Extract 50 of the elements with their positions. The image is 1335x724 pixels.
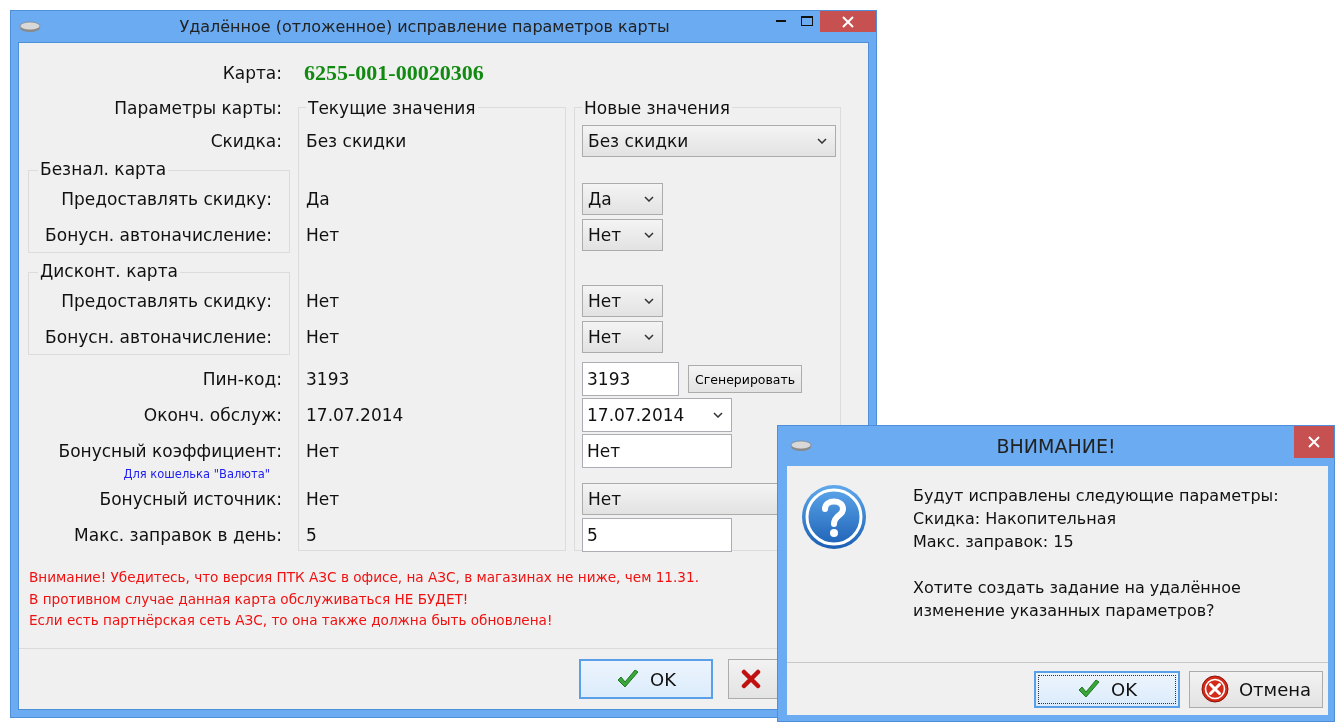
current-value: Нет xyxy=(306,441,340,461)
ok-button[interactable]: OK xyxy=(579,659,713,699)
message-text: Скидка: Накопительная xyxy=(913,508,1118,530)
field-label: Бонусн. автоначисление: xyxy=(45,225,273,245)
dropdown[interactable]: Нет xyxy=(582,321,663,353)
warning-text: Внимание! Убедитесь, что версия ПТК АЗС в офисе, на АЗС, в магазинах не ниже, чем 11.31. xyxy=(29,568,700,587)
current-value: 3193 xyxy=(306,369,350,389)
current-value: Нет xyxy=(306,291,340,311)
field-label: Предоставлять скидку: xyxy=(61,291,273,311)
input-field[interactable]: 5 xyxy=(582,518,732,552)
current-value: Без скидки xyxy=(306,131,407,151)
column-heading: Параметры карты: xyxy=(114,98,283,118)
warning-text: Если есть партнёрская сеть АЗС, то она также должна быть обновлена! xyxy=(29,611,554,630)
input-field[interactable]: 3193 xyxy=(582,362,679,396)
field-label: Предоставлять скидку: xyxy=(61,189,273,209)
message-text: Макс. заправок: 15 xyxy=(913,531,1075,553)
date-field[interactable]: 17.07.2014 xyxy=(582,398,732,432)
column-heading: Текущие значения xyxy=(306,98,478,118)
field-label: Оконч. обслуж: xyxy=(143,405,283,425)
dropdown[interactable]: Да xyxy=(582,183,663,215)
input-field[interactable]: Нет xyxy=(582,434,732,468)
message-text: Будут исправлены следующие параметры: xyxy=(913,485,1279,507)
warning-text: В противном случае данная карта обслуживаться НЕ БУДЕТ! xyxy=(29,589,470,609)
ok-button[interactable]: OK xyxy=(1034,670,1180,708)
field-label: Пин-код: xyxy=(202,369,283,389)
window-title: Удалённое (отложенное) исправление параметров карты xyxy=(178,17,671,36)
hint-text: Для кошелька "Валюта" xyxy=(123,467,270,481)
question-text: Хотите создать задание на удалённое xyxy=(913,577,1242,599)
card-number: 6255-001-00020306 xyxy=(304,60,484,86)
current-value: Нет xyxy=(306,225,340,245)
dropdown[interactable]: Без скидки xyxy=(582,125,836,157)
field-label: Бонусный источник: xyxy=(99,489,283,509)
card-label: Карта: xyxy=(222,63,283,83)
group-title: Дисконт. карта xyxy=(38,261,180,281)
field-label: Бонусн. автоначисление: xyxy=(45,327,273,347)
generate-button[interactable]: Сгенерировать xyxy=(688,365,803,393)
question-text: изменение указанных параметров? xyxy=(913,600,1216,622)
field-label: Макс. заправок в день: xyxy=(74,525,283,545)
dropdown[interactable]: Нет xyxy=(582,219,663,251)
dialog-title: ВНИМАНИЕ! xyxy=(995,435,1117,457)
current-value: 5 xyxy=(306,525,317,545)
cancel-button[interactable]: Отмена xyxy=(1189,670,1323,708)
current-value: Нет xyxy=(306,489,340,509)
current-value: Нет xyxy=(306,327,340,347)
dropdown[interactable]: Нет xyxy=(582,285,663,317)
field-label: Бонусный коэффициент: xyxy=(58,441,283,461)
current-value: Да xyxy=(306,189,330,209)
current-value: 17.07.2014 xyxy=(306,405,404,425)
field-label: Скидка: xyxy=(210,131,283,151)
group-title: Безнал. карта xyxy=(38,159,169,179)
